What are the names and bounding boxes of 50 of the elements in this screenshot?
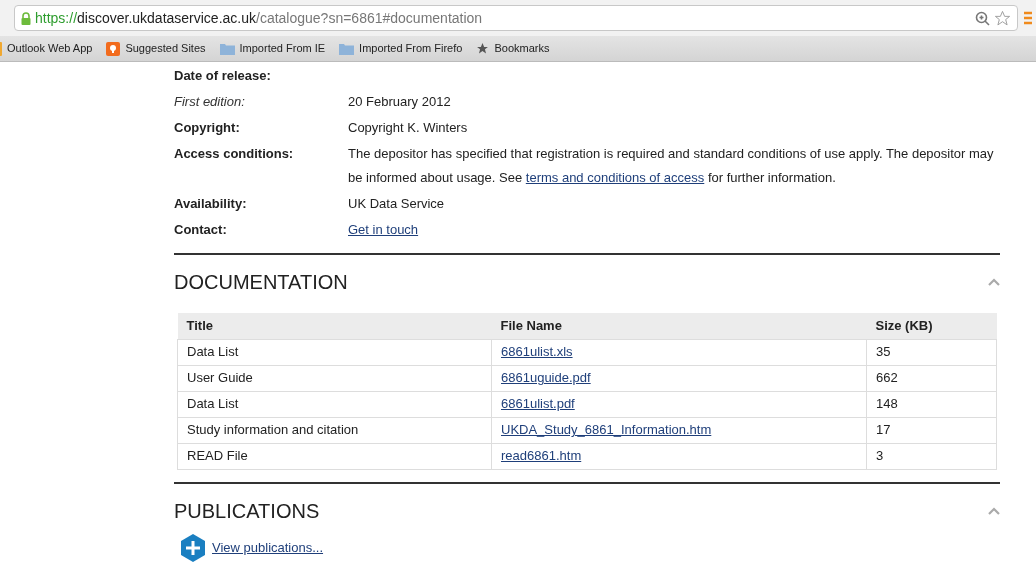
field-label: Contact: bbox=[174, 221, 228, 239]
bulb-icon bbox=[106, 41, 121, 56]
bookmark[interactable]: Imported From Firefo bbox=[339, 40, 463, 57]
field-value: Copyright K. Winters bbox=[348, 120, 468, 135]
table-cell: User Guide bbox=[177, 365, 492, 391]
section-heading: DOCUMENTATION bbox=[174, 270, 348, 295]
terms-link[interactable]: terms and conditions of access bbox=[525, 170, 705, 185]
field-label: Availability: bbox=[174, 195, 248, 213]
table-cell: Study information and citation bbox=[177, 417, 492, 443]
table-cell: 3 bbox=[866, 443, 997, 469]
table-cell: 662 bbox=[866, 365, 997, 391]
bookmark[interactable]: Bookmarks bbox=[476, 40, 550, 57]
table-cell: Data List bbox=[177, 339, 492, 365]
file-link[interactable]: 6861ulist.pdf bbox=[501, 396, 575, 412]
table-cell: Data List bbox=[177, 391, 492, 417]
table-cell: READ File bbox=[177, 443, 492, 469]
bookmark[interactable]: Suggested Sites bbox=[106, 40, 206, 57]
field-label: Access conditions: bbox=[174, 145, 295, 163]
bookmark[interactable]: Outlook Web App bbox=[0, 40, 93, 57]
address-bar[interactable]: https://discover.ukdataservice.ac.uk/catalogue?sn=6861#documentation bbox=[14, 5, 1018, 31]
plus-icon[interactable] bbox=[180, 533, 206, 562]
field-label: First edition: bbox=[174, 93, 246, 111]
bookmark[interactable]: Imported From IE bbox=[219, 40, 326, 57]
file-link[interactable]: 6861uguide.pdf bbox=[501, 370, 591, 386]
field-label: Date of release: bbox=[174, 67, 272, 85]
column-header: Title bbox=[177, 313, 492, 339]
collapse-icon[interactable] bbox=[988, 278, 1000, 286]
lock-icon bbox=[21, 11, 31, 25]
folder-icon bbox=[219, 42, 235, 55]
section-heading: PUBLICATIONS bbox=[174, 498, 320, 524]
collapse-icon[interactable] bbox=[988, 506, 1000, 515]
view-publications-link[interactable]: View publications... bbox=[212, 537, 324, 558]
field-value: UK Data Service bbox=[348, 196, 445, 211]
table-cell: 148 bbox=[866, 391, 997, 417]
file-link[interactable]: read6861.htm bbox=[501, 448, 582, 464]
field-label: Copyright: bbox=[174, 119, 241, 137]
star-icon bbox=[476, 42, 490, 55]
table-cell: 17 bbox=[866, 417, 997, 443]
folder-icon bbox=[339, 42, 355, 55]
field-value: 20 February 2012 bbox=[348, 94, 451, 109]
table-cell: 35 bbox=[866, 339, 997, 365]
column-header: File Name bbox=[491, 313, 867, 339]
column-header: Size (KB) bbox=[866, 313, 997, 339]
file-link[interactable]: 6861ulist.xls bbox=[501, 344, 573, 360]
menu-icon[interactable] bbox=[1024, 11, 1032, 25]
zoom-icon[interactable] bbox=[975, 10, 990, 26]
contact-link[interactable]: Get in touch bbox=[348, 222, 419, 237]
url-text: https://discover.ukdataservice.ac.uk/catalogue?sn=6861#documentation bbox=[35, 8, 483, 28]
field-value: The depositor has specified that registration is required and standard conditions of use apply. The depositor may be informed about usage. See terms and conditions of access for further information. bbox=[348, 146, 994, 185]
star-icon[interactable] bbox=[994, 9, 1011, 27]
